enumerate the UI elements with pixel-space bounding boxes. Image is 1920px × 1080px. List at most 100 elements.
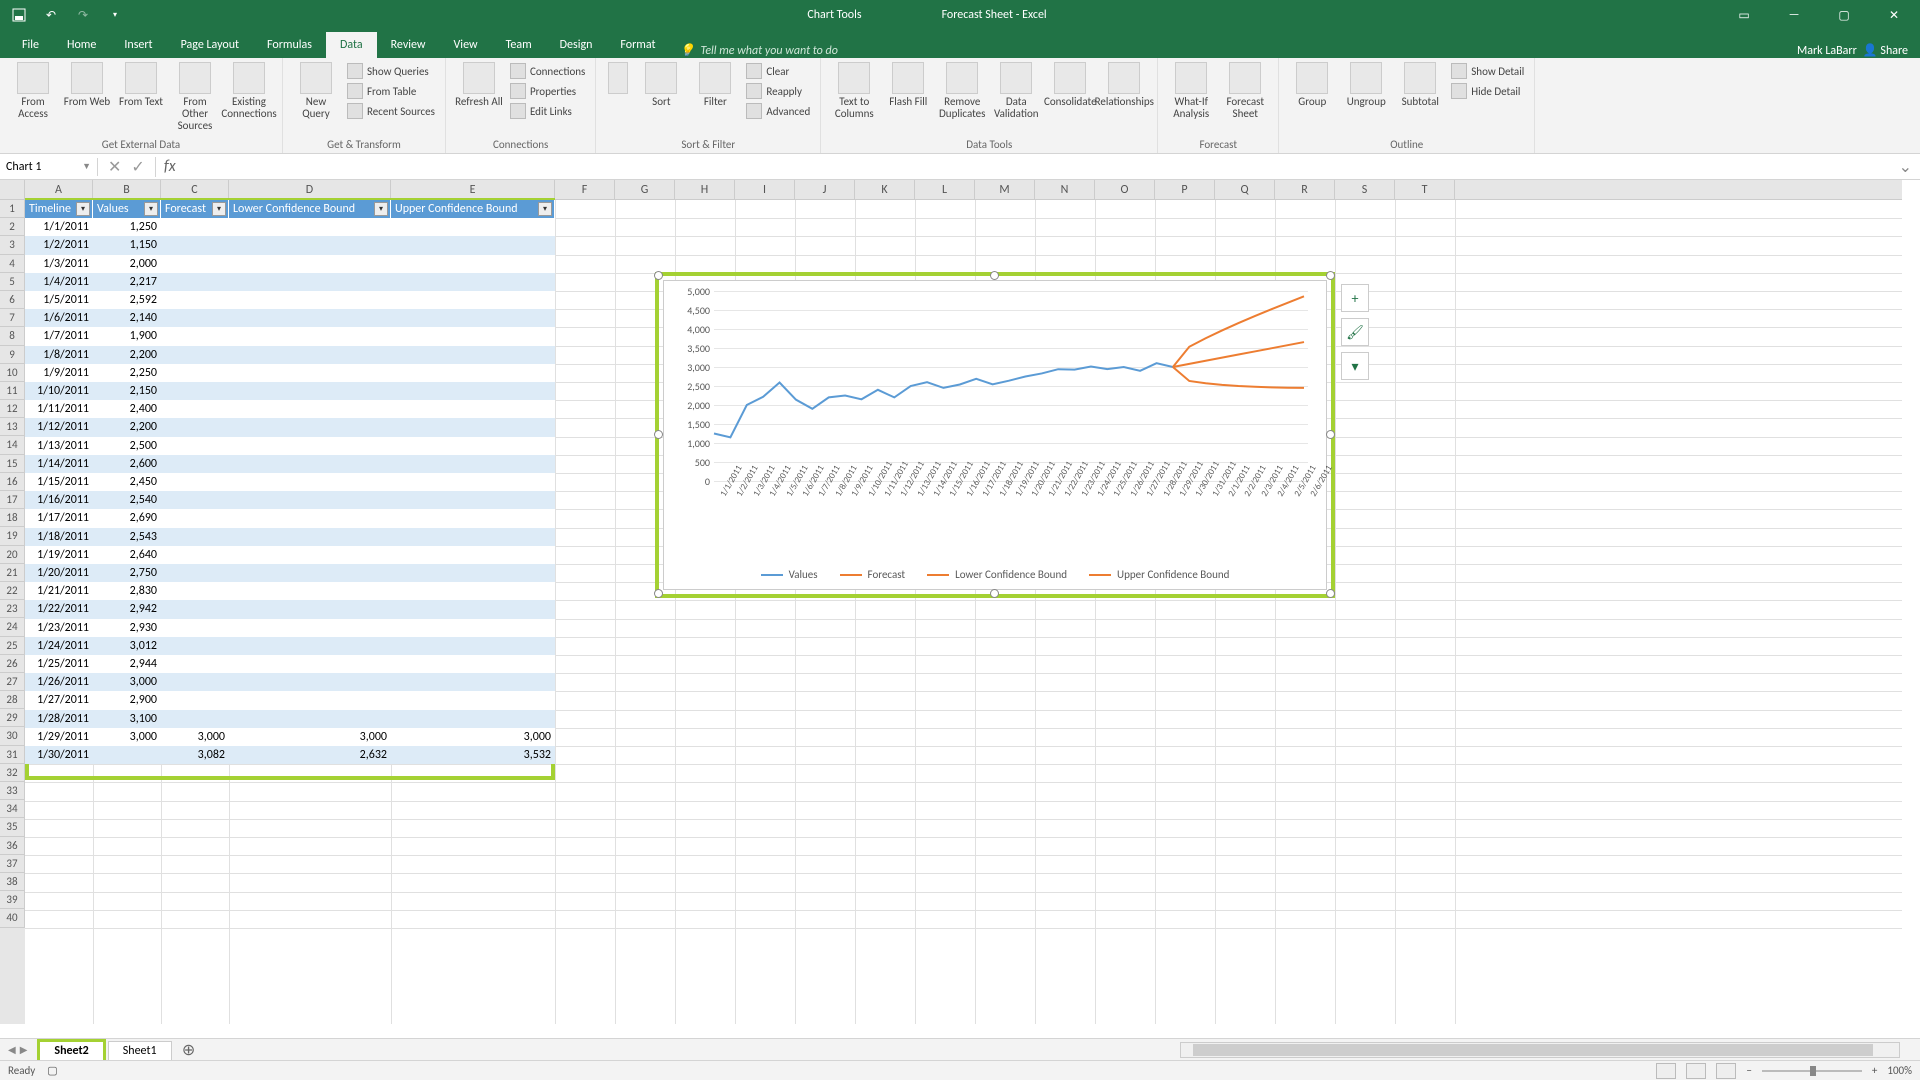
selection-handle[interactable] (654, 271, 663, 280)
row-header-6[interactable]: 6 (0, 291, 25, 309)
sheet-nav-next-icon[interactable]: ▶ (20, 1043, 28, 1056)
relationships-button[interactable]: Relationships (1099, 62, 1149, 108)
legend[interactable]: ValuesForecastLower Confidence BoundUppe… (664, 568, 1326, 581)
text-to-columns-button[interactable]: Text to Columns (829, 62, 879, 120)
row-header-5[interactable]: 5 (0, 273, 25, 291)
filter-dropdown-icon[interactable]: ▾ (76, 202, 90, 216)
page-break-view-button[interactable] (1716, 1063, 1736, 1079)
cell[interactable]: 3,000 (93, 673, 161, 691)
close-icon[interactable]: ✕ (1878, 8, 1910, 23)
table-header-values[interactable]: Values▾ (93, 200, 161, 218)
cell[interactable]: 1/3/2011 (25, 255, 93, 273)
row-header-37[interactable]: 37 (0, 855, 25, 873)
row-header-7[interactable]: 7 (0, 309, 25, 327)
cell[interactable]: 1/18/2011 (25, 528, 93, 546)
sheet-tab-sheet1[interactable]: Sheet1 (108, 1041, 172, 1061)
col-header-T[interactable]: T (1395, 180, 1455, 199)
cell[interactable]: 1/23/2011 (25, 619, 93, 637)
ribbon-display-icon[interactable]: ▭ (1728, 8, 1760, 23)
zoom-level[interactable]: 100% (1887, 1064, 1912, 1077)
cell[interactable]: 2,140 (93, 309, 161, 327)
table-header-forecast[interactable]: Forecast▾ (161, 200, 229, 218)
tab-review[interactable]: Review (377, 32, 440, 58)
cell[interactable]: 2,632 (229, 746, 391, 764)
cells[interactable]: Timeline▾Values▾Forecast▾Lower Confidenc… (25, 200, 1902, 1024)
row-header-17[interactable]: 17 (0, 491, 25, 509)
ungroup-button[interactable]: Ungroup (1341, 62, 1391, 108)
tab-team[interactable]: Team (492, 32, 546, 58)
from-other-sources-button[interactable]: From Other Sources (170, 62, 220, 132)
col-header-E[interactable]: E (391, 180, 555, 199)
cell[interactable]: 1/6/2011 (25, 309, 93, 327)
grid-area[interactable]: ABCDEFGHIJKLMNOPQRST 1234567891011121314… (0, 180, 1920, 1044)
cell[interactable]: 2,217 (93, 273, 161, 291)
cell[interactable]: 1/17/2011 (25, 509, 93, 527)
cell[interactable]: 2,540 (93, 491, 161, 509)
col-header-I[interactable]: I (735, 180, 795, 199)
col-header-D[interactable]: D (229, 180, 391, 199)
hide-detail-button[interactable]: Hide Detail (1449, 82, 1526, 100)
row-header-11[interactable]: 11 (0, 382, 25, 400)
row-header-28[interactable]: 28 (0, 691, 25, 709)
consolidate-button[interactable]: Consolidate (1045, 62, 1095, 108)
from-table-button[interactable]: From Table (345, 82, 437, 100)
row-header-12[interactable]: 12 (0, 400, 25, 418)
user-name[interactable]: Mark LaBarr (1797, 44, 1857, 58)
cell[interactable]: 2,600 (93, 455, 161, 473)
row-header-18[interactable]: 18 (0, 509, 25, 527)
col-header-C[interactable]: C (161, 180, 229, 199)
group-button[interactable]: Group (1287, 62, 1337, 108)
cancel-formula-icon[interactable]: ✕ (108, 157, 121, 177)
refresh-all-button[interactable]: Refresh All (454, 62, 504, 108)
funnel-icon[interactable]: ▾ (1341, 352, 1369, 380)
cell[interactable]: 3,012 (93, 637, 161, 655)
tab-page-layout[interactable]: Page Layout (167, 32, 253, 58)
chevron-down-icon[interactable]: ▼ (82, 161, 91, 172)
row-header-4[interactable]: 4 (0, 255, 25, 273)
row-header-19[interactable]: 19 (0, 527, 25, 545)
col-header-R[interactable]: R (1275, 180, 1335, 199)
chart[interactable]: 05001,0001,5002,0002,5003,0003,5004,0004… (663, 280, 1327, 590)
row-header-36[interactable]: 36 (0, 837, 25, 855)
selection-handle[interactable] (1326, 271, 1335, 280)
cell[interactable]: 2,830 (93, 582, 161, 600)
from-web-button[interactable]: From Web (62, 62, 112, 108)
row-header-27[interactable]: 27 (0, 673, 25, 691)
row-header-29[interactable]: 29 (0, 709, 25, 727)
plot-area[interactable]: 05001,0001,5002,0002,5003,0003,5004,0004… (714, 291, 1308, 509)
existing-connections-button[interactable]: Existing Connections (224, 62, 274, 120)
minimize-icon[interactable]: — (1778, 8, 1810, 23)
row-header-33[interactable]: 33 (0, 782, 25, 800)
clear-button[interactable]: Clear (744, 62, 812, 80)
selection-handle[interactable] (990, 271, 999, 280)
cell[interactable]: 1/5/2011 (25, 291, 93, 309)
row-header-2[interactable]: 2 (0, 218, 25, 236)
legend-item[interactable]: Forecast (840, 568, 906, 581)
table-header-timeline[interactable]: Timeline▾ (25, 200, 93, 218)
show-detail-button[interactable]: Show Detail (1449, 62, 1526, 80)
zoom-in-button[interactable]: + (1872, 1064, 1877, 1077)
cell[interactable]: 3,000 (229, 728, 391, 746)
row-header-14[interactable]: 14 (0, 436, 25, 454)
cell[interactable]: 1/12/2011 (25, 418, 93, 436)
edit-links-button[interactable]: Edit Links (508, 102, 587, 120)
filter-dropdown-icon[interactable]: ▾ (538, 202, 552, 216)
connections-button[interactable]: Connections (508, 62, 587, 80)
normal-view-button[interactable] (1656, 1063, 1676, 1079)
col-header-P[interactable]: P (1155, 180, 1215, 199)
cell[interactable]: 1/9/2011 (25, 364, 93, 382)
table-header-upper-confidence-bound[interactable]: Upper Confidence Bound▾ (391, 200, 555, 218)
cell[interactable]: 2,640 (93, 546, 161, 564)
row-header-26[interactable]: 26 (0, 655, 25, 673)
name-box[interactable]: Chart 1▼ (0, 158, 98, 176)
zoom-slider[interactable] (1762, 1070, 1862, 1072)
zoom-out-button[interactable]: − (1746, 1064, 1751, 1077)
cell[interactable]: 2,944 (93, 655, 161, 673)
macro-record-icon[interactable]: ▢ (47, 1064, 57, 1077)
table-header-lower-confidence-bound[interactable]: Lower Confidence Bound▾ (229, 200, 391, 218)
forecast-sheet-button[interactable]: Forecast Sheet (1220, 62, 1270, 120)
row-header-13[interactable]: 13 (0, 418, 25, 436)
properties-button[interactable]: Properties (508, 82, 587, 100)
cell[interactable]: 2,450 (93, 473, 161, 491)
cell[interactable]: 1,150 (93, 236, 161, 254)
